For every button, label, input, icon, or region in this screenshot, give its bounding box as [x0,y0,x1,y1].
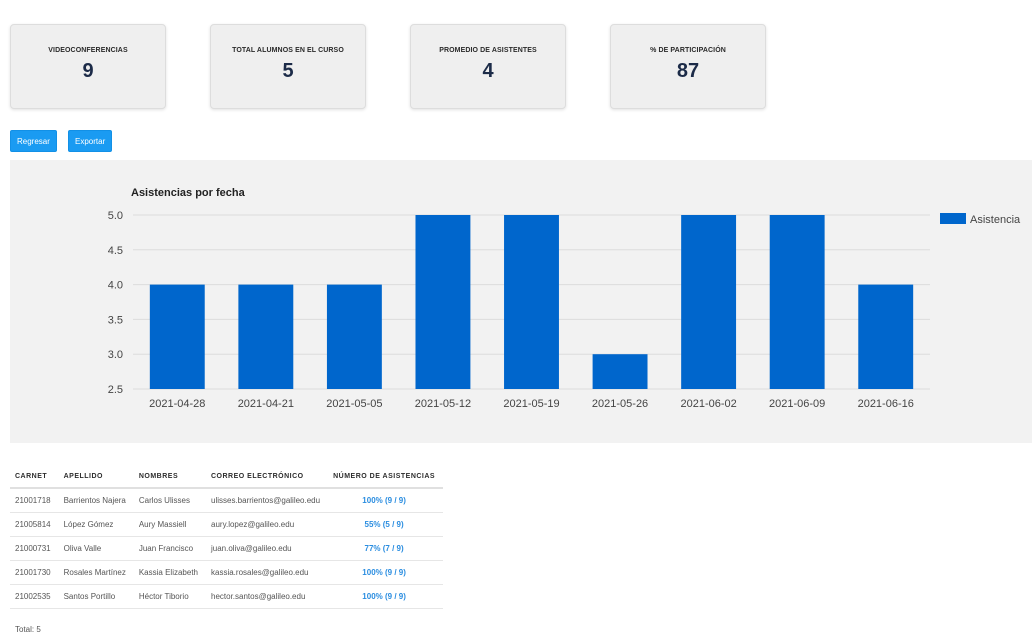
cell-carnet: 21001718 [10,488,59,513]
th-nombres: NOMBRES [133,466,206,489]
y-tick-label: 4.0 [108,280,123,292]
card-label: VIDEOCONFERENCIAS [48,47,128,54]
bar-2021-05-19 [504,215,559,389]
cell-asistencias-link[interactable]: 100% (9 / 9) [328,488,444,513]
y-tick-label: 5.0 [108,210,123,222]
table-header-row: CARNET APELLIDO NOMBRES CORREO ELECTRÓNI… [10,466,444,489]
cell-asistencias-link[interactable]: 100% (9 / 9) [328,560,444,585]
card-value: 87 [676,60,700,82]
th-apellido: APELLIDO [58,466,134,489]
y-tick-label: 3.0 [108,349,123,361]
card-label: % DE PARTICIPACIÓN [650,47,726,54]
cell-nombres: Carlos Ulisses [133,488,206,513]
x-tick-label: 2021-05-12 [415,398,471,410]
cell-carnet: 21001730 [10,560,59,585]
card-total-alumnos: TOTAL ALUMNOS EN EL CURSO 5 [210,24,366,109]
cell-apellido: Rosales Martínez [58,560,134,585]
x-tick-label: 2021-06-02 [680,398,736,410]
students-table: CARNET APELLIDO NOMBRES CORREO ELECTRÓNI… [10,466,444,609]
card-value: 4 [482,60,494,82]
bar-2021-06-16 [858,284,914,389]
cell-carnet: 21002535 [10,584,59,609]
export-excel-button[interactable]: Exportar a Excel [68,130,113,168]
cell-asistencias-link[interactable]: 77% (7 / 9) [328,536,444,561]
chart-title: Asistencias por fecha [131,187,246,199]
cell-correo: juan.oliva@galileo.edu [206,536,329,561]
x-axis-ticks: 2021-04-28 2021-04-21 2021-05-05 2021-05-12… [149,398,914,410]
x-tick-label: 2021-04-28 [149,398,205,410]
bar-2021-04-21 [238,284,294,389]
bar-2021-06-02 [681,215,737,389]
x-tick-label: 2021-06-09 [769,398,825,410]
students-table-wrap: CARNET APELLIDO NOMBRES CORREO ELECTRÓNI… [10,466,530,609]
summary-cards: VIDEOCONFERENCIAS 9 TOTAL ALUMNOS EN EL … [10,24,770,109]
cell-nombres: Aury Massiell [133,512,206,537]
cell-nombres: Juan Francisco [133,536,206,561]
chart-bars [149,215,914,389]
cell-nombres: Héctor Tiborio [133,584,206,609]
x-tick-label: 2021-05-05 [326,398,382,410]
table-row: 21002535 Santos Portillo Héctor Tiborio … [10,584,444,609]
card-participacion: % DE PARTICIPACIÓN 87 [610,24,766,109]
card-label: TOTAL ALUMNOS EN EL CURSO [232,47,344,54]
cell-correo: ulisses.barrientos@galileo.edu [206,488,329,513]
table-row: 21000731 Oliva Valle Juan Francisco juan… [10,536,444,561]
x-tick-label: 2021-04-21 [238,398,294,410]
cell-apellido: Oliva Valle [58,536,134,561]
th-asistencias: NÚMERO DE ASISTENCIAS [328,466,444,489]
cell-nombres: Kassia Elizabeth [133,560,206,585]
bar-2021-05-26 [592,354,648,389]
back-button[interactable]: Regresar [10,130,57,152]
cell-apellido: Barrientos Najera [58,488,134,513]
cell-correo: kassia.rosales@galileo.edu [206,560,329,585]
card-label: PROMEDIO DE ASISTENTES [439,47,537,54]
bar-2021-05-05 [326,284,382,389]
chart-panel: 5.0 4.5 4.0 3.5 3.0 2.5 2021-04-28 2021-04-21 2… [10,160,1032,443]
cell-asistencias-link[interactable]: 100% (9 / 9) [328,584,444,609]
bar-2021-04-28 [149,284,205,389]
bar-2021-05-12 [415,215,471,389]
y-tick-label: 4.5 [108,245,123,257]
cell-correo: aury.lopez@galileo.edu [206,512,329,537]
bar-2021-06-09 [769,215,825,389]
cell-apellido: Santos Portillo [58,584,134,609]
table-total: Total: 5 [15,625,41,634]
table-row: 21001730 Rosales Martínez Kassia Elizabe… [10,560,444,585]
cell-carnet: 21000731 [10,536,59,561]
y-tick-label: 3.5 [108,314,123,326]
x-tick-label: 2021-06-16 [858,398,914,410]
cell-correo: hector.santos@galileo.edu [206,584,329,609]
x-tick-label: 2021-05-19 [503,398,559,410]
cell-asistencias-link[interactable]: 55% (5 / 9) [328,512,444,537]
card-videoconferencias: VIDEOCONFERENCIAS 9 [10,24,166,109]
attendance-bar-chart: 5.04.54.03.53.02.5 2021-04-28 2021-04-21 2… [108,187,1021,410]
legend-label: Asistencia [970,214,1021,226]
card-promedio-asistentes: PROMEDIO DE ASISTENTES 4 [410,24,566,109]
y-axis-ticks: 5.0 4.5 4.0 3.5 3.0 2.5 [108,210,123,396]
x-tick-label: 2021-05-26 [592,398,648,410]
th-correo: CORREO ELECTRÓNICO [206,466,329,489]
table-row: 21005814 López Gómez Aury Massiell aury.… [10,512,444,537]
card-value: 9 [82,60,94,82]
cell-carnet: 21005814 [10,512,59,537]
cell-apellido: López Gómez [58,512,134,537]
th-carnet: CARNET [10,466,59,489]
legend-swatch [940,213,966,224]
table-row: 21001718 Barrientos Najera Carlos Ulisse… [10,488,444,513]
card-value: 5 [282,60,294,82]
y-tick-label: 2.5 [108,384,123,396]
